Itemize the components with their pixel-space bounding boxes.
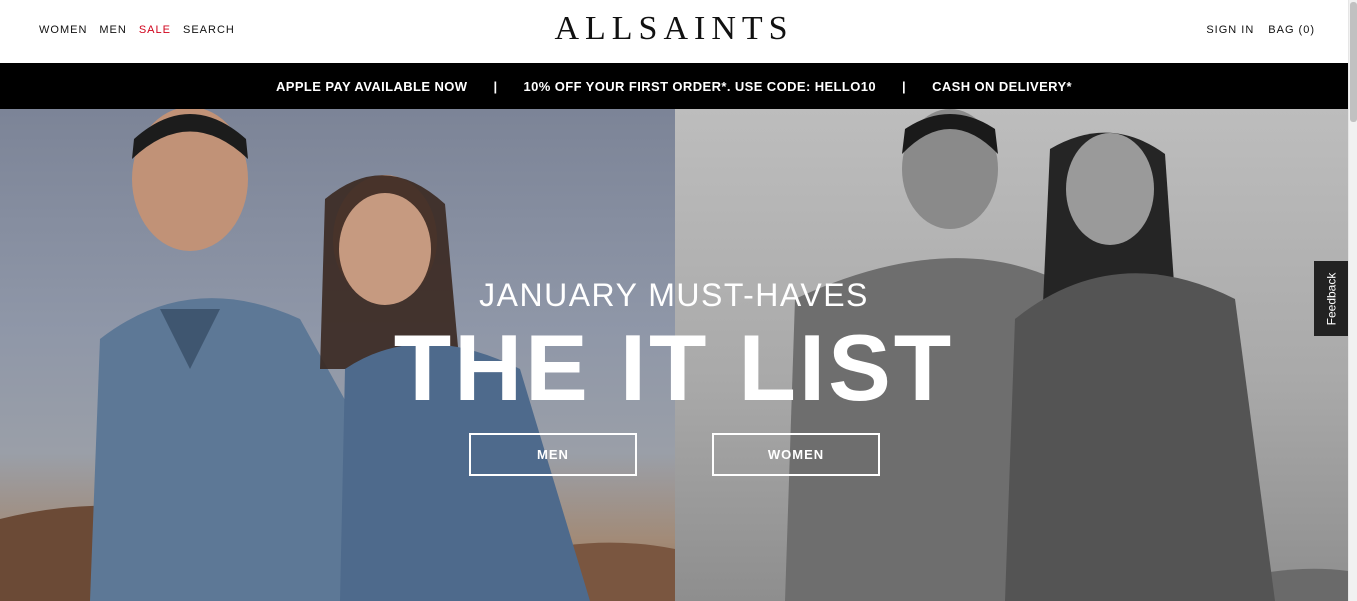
promo-cash-on-delivery[interactable]: CASH ON DELIVERY* (932, 79, 1072, 94)
sign-in-link[interactable]: SIGN IN (1206, 24, 1254, 36)
shop-women-button[interactable]: WOMEN (712, 433, 880, 476)
hero-title: THE IT LIST (393, 315, 955, 420)
hero-subtitle: JANUARY MUST-HAVES (479, 277, 869, 313)
feedback-tab[interactable]: Feedback (1314, 261, 1348, 336)
promo-bar: APPLE PAY AVAILABLE NOW | 10% OFF YOUR F… (0, 63, 1348, 109)
bag-link[interactable]: BAG (0) (1268, 24, 1315, 36)
hero-banner[interactable]: JANUARY MUST-HAVES THE IT LIST MEN WOMEN (0, 109, 1348, 601)
shop-men-button[interactable]: MEN (469, 433, 637, 476)
scrollbar-thumb[interactable] (1350, 2, 1357, 122)
promo-apple-pay[interactable]: APPLE PAY AVAILABLE NOW (276, 79, 467, 94)
promo-separator: | (902, 78, 907, 94)
feedback-label: Feedback (1324, 272, 1339, 325)
promo-separator: | (493, 78, 498, 94)
page-scrollbar[interactable] (1348, 0, 1357, 601)
brand-logo[interactable]: ALLSAINTS (0, 10, 1348, 48)
account-nav: SIGN IN BAG (0) (1206, 24, 1315, 36)
site-header: WOMEN MEN SALE SEARCH ALLSAINTS SIGN IN … (0, 0, 1348, 63)
promo-first-order[interactable]: 10% OFF YOUR FIRST ORDER*. USE CODE: HEL… (523, 79, 876, 94)
